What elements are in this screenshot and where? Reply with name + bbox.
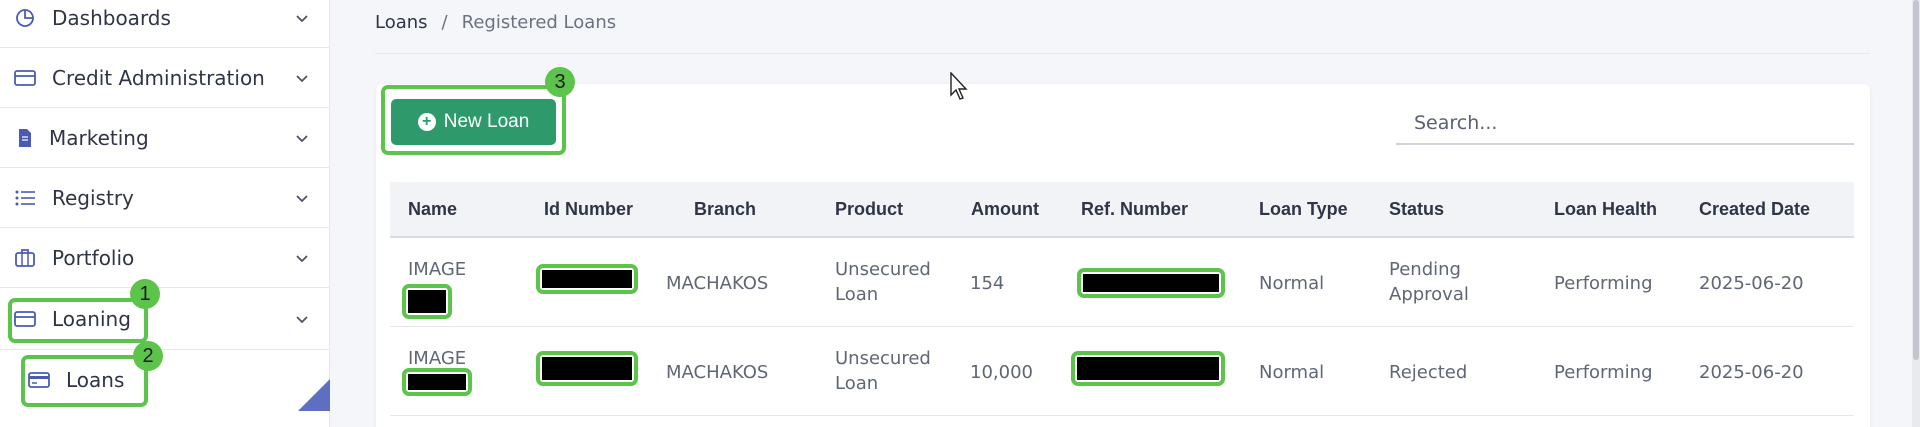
pie-chart-icon	[14, 7, 36, 29]
chevron-down-icon	[294, 10, 310, 26]
cell-created-date: 2025-06-20	[1699, 362, 1804, 383]
document-icon	[14, 127, 36, 149]
cell-branch: MACHAKOS	[666, 273, 769, 294]
cell-loan-type: Normal	[1259, 273, 1325, 294]
cell-branch: MACHAKOS	[666, 362, 769, 383]
cell-loan-type: Normal	[1259, 362, 1325, 383]
column-header-product[interactable]: Product	[835, 199, 903, 220]
cell-loan-health: Performing	[1554, 362, 1653, 383]
sidebar-item-registry[interactable]: Registry	[0, 168, 330, 228]
chevron-down-icon	[294, 130, 310, 146]
sidebar-item-portfolio[interactable]: Portfolio	[0, 228, 330, 288]
sidebar-item-marketing[interactable]: Marketing	[0, 108, 330, 168]
cell-amount: 10,000	[970, 362, 1033, 383]
breadcrumb-current: Registered Loans	[461, 12, 617, 33]
sidebar-item-label: Credit Administration	[52, 65, 265, 90]
cell-name: IMAGE	[408, 259, 467, 280]
cell-product-line2: Loan	[835, 284, 879, 305]
card-icon	[14, 67, 36, 89]
sidebar-item-label: Portfolio	[52, 245, 135, 270]
breadcrumb-separator: /	[441, 12, 448, 33]
cell-product-line2: Loan	[835, 373, 879, 394]
cell-amount: 154	[970, 273, 1005, 294]
cell-status-line2: Approval	[1389, 284, 1469, 305]
sidebar-item-label: Dashboards	[52, 5, 171, 30]
redacted-name	[408, 374, 466, 390]
column-header-branch[interactable]: Branch	[694, 199, 756, 220]
search-input[interactable]	[1396, 103, 1854, 145]
cell-loan-health: Performing	[1554, 273, 1653, 294]
cell-product-line1: Unsecured	[835, 259, 931, 280]
chevron-down-icon	[294, 250, 310, 266]
cell-created-date: 2025-06-20	[1699, 273, 1804, 294]
list-icon	[14, 187, 36, 209]
divider	[375, 53, 1870, 54]
redacted-id-number	[542, 270, 632, 288]
redacted-id-number	[542, 357, 632, 380]
sidebar-item-label: Registry	[52, 185, 134, 210]
column-header-name[interactable]: Name	[408, 199, 457, 220]
redacted-ref-number	[1077, 357, 1219, 380]
column-header-id-number[interactable]: Id Number	[544, 199, 633, 220]
column-header-created-date[interactable]: Created Date	[1699, 199, 1810, 220]
highlight-box-loaning	[8, 298, 148, 343]
cell-product-line1: Unsecured	[835, 348, 931, 369]
chevron-down-icon	[294, 190, 310, 206]
sidebar-item-dashboards[interactable]: Dashboards	[0, 0, 330, 48]
column-header-loan-type[interactable]: Loan Type	[1259, 199, 1348, 220]
cell-status: Rejected	[1389, 362, 1468, 383]
table-header: Name Id Number Branch Product Amount Ref…	[390, 182, 1854, 238]
chevron-down-icon	[294, 311, 310, 327]
breadcrumb: Loans / Registered Loans	[375, 12, 616, 33]
chevron-down-icon	[294, 70, 310, 86]
step-marker-3: 3	[545, 67, 575, 97]
sidebar-item-label: Marketing	[49, 125, 149, 150]
column-header-ref-number[interactable]: Ref. Number	[1081, 199, 1188, 220]
sidebar-collapse-corner[interactable]	[298, 379, 330, 411]
step-marker-1: 1	[130, 279, 160, 309]
highlight-box-loans	[21, 355, 148, 407]
step-marker-2: 2	[133, 341, 163, 371]
cell-status-line1: Pending	[1389, 259, 1461, 280]
redacted-name	[408, 290, 446, 313]
redacted-ref-number	[1083, 274, 1219, 292]
column-header-status[interactable]: Status	[1389, 199, 1444, 220]
page-scrollbar-thumb[interactable]	[1913, 0, 1919, 360]
column-header-amount[interactable]: Amount	[971, 199, 1039, 220]
breadcrumb-root[interactable]: Loans	[375, 12, 428, 33]
mouse-cursor-icon	[950, 72, 968, 100]
sidebar-item-credit-administration[interactable]: Credit Administration	[0, 48, 330, 108]
highlight-box-new-loan	[381, 85, 566, 155]
briefcase-icon	[14, 247, 36, 269]
column-header-loan-health[interactable]: Loan Health	[1554, 199, 1657, 220]
